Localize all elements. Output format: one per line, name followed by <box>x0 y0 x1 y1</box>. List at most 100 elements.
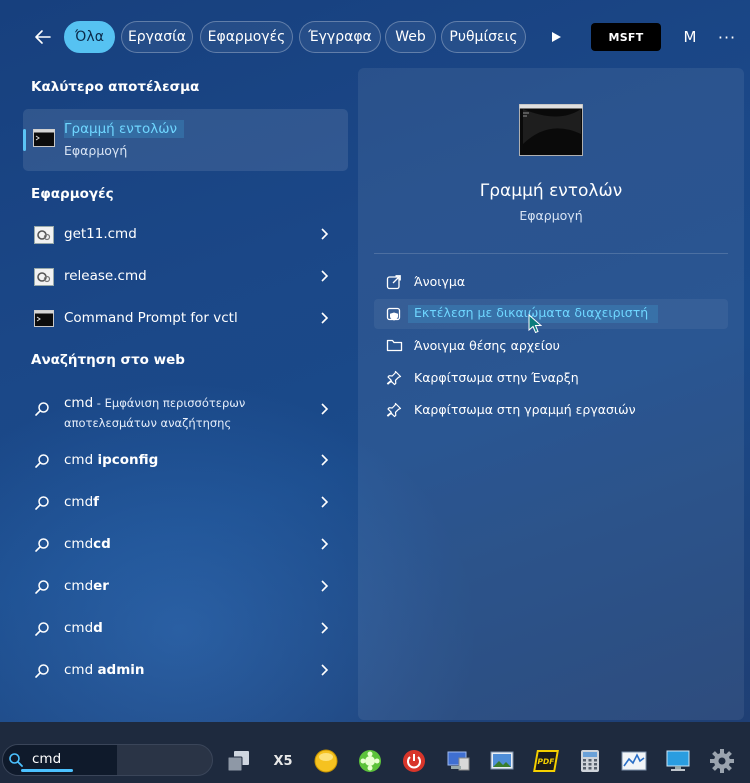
action-label: Άνοιγμα <box>414 274 466 289</box>
web-result-cmdd[interactable]: cmdd <box>23 609 348 649</box>
search-icon <box>35 454 49 468</box>
best-match-item[interactable]: Γραμμή εντολών Εφαρμογή <box>23 109 348 171</box>
chevron-right-icon[interactable] <box>318 402 330 416</box>
chevron-right-icon[interactable] <box>318 311 330 325</box>
chevron-right-icon[interactable] <box>318 537 330 551</box>
network-computer-icon <box>447 751 470 771</box>
tab-all[interactable]: Όλα <box>64 21 115 53</box>
performance-monitor-icon <box>621 751 647 771</box>
green-app-button[interactable] <box>356 747 384 775</box>
script-file-icon <box>34 226 54 244</box>
image-app-button[interactable] <box>488 747 516 775</box>
chevron-right-icon[interactable] <box>318 663 330 677</box>
folder-icon <box>386 339 403 352</box>
open-action[interactable]: Άνοιγμα <box>374 267 728 297</box>
web-result-cmdcd[interactable]: cmdcd <box>23 525 348 565</box>
tab-apps[interactable]: Εφαρμογές <box>200 21 293 53</box>
calculator-icon <box>581 750 599 772</box>
chevron-right-icon[interactable] <box>318 227 330 241</box>
tab-documents[interactable]: Έγγραφα <box>299 21 381 53</box>
chevron-right-icon[interactable] <box>318 621 330 635</box>
pin-to-taskbar-action[interactable]: Καρφίτσωμα στη γραμμή εργασιών <box>374 395 728 425</box>
app-result-label: release.cmd <box>64 268 147 284</box>
network-app-button[interactable] <box>444 747 472 775</box>
x5-icon: X5 <box>273 753 293 769</box>
task-view-button[interactable] <box>224 747 252 775</box>
web-result-prefix: cmd <box>64 620 94 636</box>
calculator-app-button[interactable] <box>576 747 604 775</box>
web-result-cmdf[interactable]: cmdf <box>23 483 348 523</box>
web-result-cmd-admin[interactable]: cmd admin <box>23 651 348 691</box>
divider <box>374 253 728 254</box>
search-icon <box>35 664 49 678</box>
action-label: Καρφίτσωμα στην Έναρξη <box>414 370 579 385</box>
x5-app-button[interactable]: X5 <box>268 747 298 775</box>
preview-app-type: Εφαρμογή <box>519 208 583 223</box>
performance-app-button[interactable] <box>620 747 648 775</box>
web-result-cmder[interactable]: cmder <box>23 567 348 607</box>
chevron-right-icon[interactable] <box>318 579 330 593</box>
photo-viewer-icon <box>490 751 514 770</box>
web-result-prefix: cmd <box>64 452 98 468</box>
red-app-button[interactable] <box>400 747 428 775</box>
avatar[interactable]: M <box>676 23 704 51</box>
organization-badge[interactable]: MSFT <box>591 23 661 51</box>
taskbar-search-text[interactable]: cmd <box>32 751 61 767</box>
web-result-hint: - Εμφάνιση περισσότερων <box>93 396 246 410</box>
power-app-icon <box>403 750 425 772</box>
terminal-icon <box>33 129 55 147</box>
preview-app-name: Γραμμή εντολών <box>479 181 623 201</box>
mouse-cursor-icon <box>528 314 542 334</box>
green-flower-icon <box>359 750 381 772</box>
open-file-location-action[interactable]: Άνοιγμα θέσης αρχείου <box>374 331 728 361</box>
web-result-hint-line2: αποτελεσμάτων αναζήτησης <box>64 416 232 430</box>
tab-settings[interactable]: Ρυθμίσεις <box>441 21 526 53</box>
run-as-admin-action[interactable]: Εκτέλεση με δικαιώματα διαχειριστή <box>374 299 728 329</box>
pin-icon <box>386 402 402 418</box>
chevron-right-icon[interactable] <box>318 269 330 283</box>
start-search-panel: Όλα Εργασία Εφαρμογές Έγγραφα Web Ρυθμίσ… <box>0 0 750 722</box>
taskbar-search-box[interactable]: cmd <box>2 744 213 776</box>
settings-app-button[interactable] <box>708 747 736 775</box>
chevron-right-icon[interactable] <box>318 453 330 467</box>
display-app-button[interactable] <box>664 747 692 775</box>
monitor-icon <box>666 750 690 771</box>
pdf-app-button[interactable]: PDF <box>532 747 560 775</box>
pdf-icon-label: PDF <box>536 756 556 766</box>
web-result-completion: cd <box>93 536 111 552</box>
apps-heading: Εφαρμογές <box>31 186 114 202</box>
play-icon <box>552 32 561 42</box>
back-button[interactable] <box>26 18 60 56</box>
app-result-get11[interactable]: get11.cmd <box>23 215 348 255</box>
app-result-vctl[interactable]: Command Prompt for vctl <box>23 299 348 339</box>
search-icon <box>35 402 49 416</box>
web-result-prefix: cmd <box>64 536 94 552</box>
web-result-prefix: cmd <box>64 494 94 510</box>
more-options-button[interactable]: ··· <box>714 23 740 51</box>
open-external-icon <box>386 275 401 290</box>
search-underline <box>21 769 73 772</box>
terminal-icon <box>519 104 583 156</box>
more-filters-button[interactable] <box>544 21 568 53</box>
tab-work[interactable]: Εργασία <box>121 21 193 53</box>
web-result-completion: admin <box>97 662 145 678</box>
chevron-right-icon[interactable] <box>318 495 330 509</box>
pdf-icon: PDF <box>533 750 559 772</box>
web-result-ipconfig[interactable]: cmd ipconfig <box>23 441 348 481</box>
app-result-release[interactable]: release.cmd <box>23 257 348 297</box>
terminal-icon <box>34 310 54 327</box>
action-label: Καρφίτσωμα στη γραμμή εργασιών <box>414 402 636 417</box>
pin-to-start-action[interactable]: Καρφίτσωμα στην Έναρξη <box>374 363 728 393</box>
app-result-label: get11.cmd <box>64 226 137 242</box>
web-result-completion: er <box>93 578 109 594</box>
best-match-heading: Καλύτερο αποτέλεσμα <box>31 79 200 95</box>
tab-web[interactable]: Web <box>385 21 436 53</box>
script-file-icon <box>34 268 54 286</box>
shield-admin-icon <box>386 307 401 321</box>
web-result-cmd[interactable]: cmd - Εμφάνιση περισσότερων αποτελεσμάτω… <box>23 390 348 432</box>
best-match-type: Εφαρμογή <box>64 143 128 158</box>
filter-bar: Όλα Εργασία Εφαρμογές Έγγραφα Web Ρυθμίσ… <box>0 18 750 56</box>
action-label: Άνοιγμα θέσης αρχείου <box>414 338 560 353</box>
yellow-app-button[interactable] <box>312 747 340 775</box>
search-icon <box>35 496 49 510</box>
